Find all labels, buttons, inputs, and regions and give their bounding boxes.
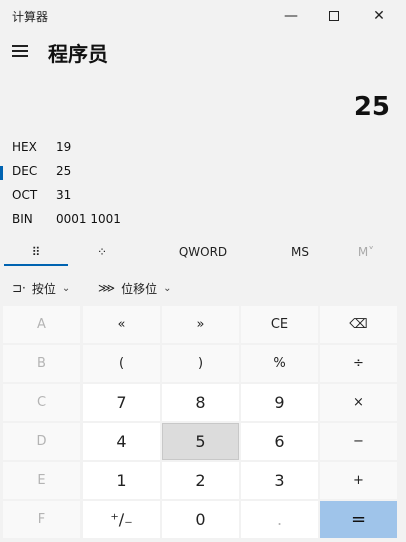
- tab-bit-toggle[interactable]: ⁘: [70, 238, 134, 266]
- memory-list-button[interactable]: M˅: [336, 238, 396, 266]
- key-clear-entry[interactable]: CE: [241, 306, 318, 343]
- logic-gate-icon: ⊐·: [12, 281, 26, 295]
- header: 程序员: [0, 34, 406, 74]
- key-4[interactable]: 4: [83, 423, 160, 460]
- bit-shift-icon: ⋙: [98, 281, 116, 295]
- key-5[interactable]: 5: [162, 423, 239, 460]
- key-divide[interactable]: ÷: [320, 345, 397, 382]
- radix-value: 31: [56, 188, 72, 202]
- backspace-icon: ⌫: [349, 317, 368, 332]
- key-decimal[interactable]: .: [241, 501, 318, 538]
- key-negate[interactable]: ⁺∕₋: [83, 501, 160, 538]
- close-button[interactable]: ✕: [356, 0, 402, 32]
- backspace-button[interactable]: ⌫: [320, 306, 397, 343]
- key-percent[interactable]: %: [241, 345, 318, 382]
- radix-value: 0001 1001: [56, 212, 121, 226]
- chevron-down-icon: ⌄: [61, 282, 71, 294]
- key-6[interactable]: 6: [241, 423, 318, 460]
- key-b[interactable]: B: [3, 345, 80, 382]
- minimize-button[interactable]: —: [268, 0, 314, 32]
- key-3[interactable]: 3: [241, 462, 318, 499]
- radix-label: DEC: [12, 164, 38, 178]
- key-9[interactable]: 9: [241, 384, 318, 421]
- key-multiply[interactable]: ×: [320, 384, 397, 421]
- radix-dec[interactable]: DEC 25: [0, 160, 406, 184]
- key-right-paren[interactable]: ): [162, 345, 239, 382]
- bit-toggle-icon: ⁘: [96, 245, 108, 259]
- tab-full-keypad[interactable]: ⠿: [4, 238, 68, 266]
- key-d[interactable]: D: [3, 423, 80, 460]
- app-title: 计算器: [12, 10, 49, 24]
- key-left-shift[interactable]: «: [83, 306, 160, 343]
- radix-oct[interactable]: OCT 31: [0, 184, 406, 208]
- key-left-paren[interactable]: (: [83, 345, 160, 382]
- word-size-button[interactable]: QWORD: [160, 238, 246, 266]
- radix-hex[interactable]: HEX 19: [0, 136, 406, 160]
- hamburger-menu-icon[interactable]: [8, 38, 34, 64]
- bitwise-dropdown[interactable]: ⊐· 按位 ⌄: [12, 276, 70, 300]
- key-8[interactable]: 8: [162, 384, 239, 421]
- minimize-icon: —: [284, 8, 298, 24]
- chevron-down-icon: ⌄: [163, 282, 172, 294]
- bit-shift-label: 位移位: [121, 281, 158, 296]
- radix-label: OCT: [12, 188, 38, 202]
- maximize-icon: [329, 11, 339, 21]
- key-2[interactable]: 2: [162, 462, 239, 499]
- key-e[interactable]: E: [3, 462, 80, 499]
- keypad-tabs: ⠿ ⁘ QWORD MS M˅: [0, 238, 406, 266]
- radix-value: 19: [56, 140, 72, 154]
- key-1[interactable]: 1: [83, 462, 160, 499]
- key-plus[interactable]: +: [320, 462, 397, 499]
- key-a[interactable]: A: [3, 306, 80, 343]
- mode-title: 程序员: [48, 42, 108, 66]
- radix-value: 25: [56, 164, 72, 178]
- result-display: 25: [353, 92, 390, 122]
- bitwise-label: 按位: [31, 281, 56, 296]
- key-minus[interactable]: −: [320, 423, 397, 460]
- close-icon: ✕: [373, 8, 385, 24]
- key-c[interactable]: C: [3, 384, 80, 421]
- radix-label: BIN: [12, 212, 33, 226]
- bit-shift-dropdown[interactable]: ⋙ 位移位 ⌄: [98, 276, 171, 300]
- keypad-icon: ⠿: [31, 245, 41, 259]
- keypad: A « » CE ⌫ B ( ) % ÷ C 7 8 9 × D 4 5 6 −…: [3, 306, 403, 539]
- key-right-shift[interactable]: »: [162, 306, 239, 343]
- maximize-button[interactable]: [311, 0, 357, 32]
- radix-list: HEX 19 DEC 25 OCT 31 BIN 0001 1001: [0, 136, 406, 232]
- key-f[interactable]: F: [3, 501, 80, 538]
- operation-bar: ⊐· 按位 ⌄ ⋙ 位移位 ⌄: [0, 276, 406, 300]
- key-equals[interactable]: =: [320, 501, 397, 538]
- radix-bin[interactable]: BIN 0001 1001: [0, 208, 406, 232]
- radix-label: HEX: [12, 140, 37, 154]
- title-bar: 计算器 — ✕: [0, 0, 406, 32]
- key-7[interactable]: 7: [83, 384, 160, 421]
- memory-store-button[interactable]: MS: [270, 238, 330, 266]
- key-0[interactable]: 0: [162, 501, 239, 538]
